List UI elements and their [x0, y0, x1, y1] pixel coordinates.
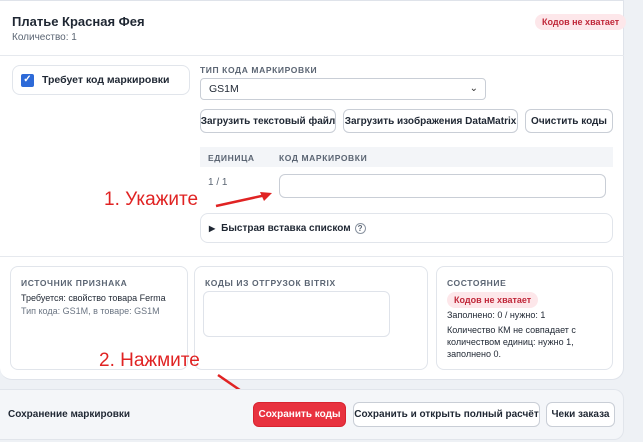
check-icon: ✓ — [23, 74, 32, 85]
source-code-type: Тип кода: GS1M, в товаре: GS1M — [21, 306, 160, 316]
codes-table-header: ЕДИНИЦА КОД МАРКИРОВКИ — [200, 147, 613, 167]
requires-marking-checkbox[interactable]: ✓ — [21, 73, 34, 87]
marking-code-input[interactable] — [279, 174, 606, 198]
state-panel: СОСТОЯНИЕ Кодов не хватает Заполнено: 0 … — [436, 266, 613, 370]
status-badge: Кодов не хватает — [535, 14, 627, 30]
divider — [0, 55, 624, 56]
product-title: Платье Красная Фея — [12, 14, 145, 29]
scrollbar[interactable] — [631, 0, 643, 442]
save-and-open-button[interactable]: Сохранить и открыть полный расчёт — [353, 402, 540, 427]
chevron-down-icon: ⌄ — [469, 83, 478, 94]
requires-marking-label: Требует код маркировки — [42, 74, 170, 86]
column-code: КОД МАРКИРОВКИ — [279, 153, 368, 163]
save-codes-button[interactable]: Сохранить коды — [253, 402, 346, 427]
divider — [0, 256, 624, 257]
source-panel-title: ИСТОЧНИК ПРИЗНАКА — [21, 278, 128, 288]
bitrix-codes-box[interactable] — [203, 291, 390, 337]
state-panel-title: СОСТОЯНИЕ — [447, 278, 507, 288]
code-type-value: GS1M — [209, 83, 239, 95]
bitrix-panel-title: КОДЫ ИЗ ОТГРУЗОК BITRIX — [205, 278, 336, 288]
requires-marking-toggle[interactable]: ✓ Требует код маркировки — [12, 65, 190, 95]
product-quantity: Количество: 1 — [12, 32, 77, 43]
clear-codes-button[interactable]: Очистить коды — [525, 109, 613, 133]
column-unit: ЕДИНИЦА — [208, 153, 255, 163]
save-marking-bar: Сохранение маркировки Сохранить коды Сох… — [0, 389, 624, 440]
code-type-select[interactable]: GS1M ⌄ — [200, 78, 486, 100]
bitrix-panel: КОДЫ ИЗ ОТГРУЗОК BITRIX — [194, 266, 428, 370]
state-badge: Кодов не хватает — [447, 292, 539, 308]
code-type-label: ТИП КОДА МАРКИРОВКИ — [200, 65, 318, 75]
help-icon[interactable]: ? — [354, 222, 366, 234]
triangle-right-icon: ▶ — [209, 223, 216, 233]
step1-annotation: 1. Укажите — [104, 189, 199, 210]
product-card: Платье Красная Фея Количество: 1 Кодов н… — [0, 0, 627, 380]
state-filled: Заполнено: 0 / нужно: 1 — [447, 310, 546, 320]
step2-annotation: 2. Нажмите — [99, 350, 200, 371]
arrow-right-icon — [215, 192, 272, 208]
state-message: Количество КМ не совпадает с количеством… — [447, 325, 576, 359]
save-marking-label: Сохранение маркировки — [8, 409, 131, 420]
quick-paste-toggle[interactable]: ▶ Быстрая вставка списком ? — [200, 213, 613, 243]
upload-text-file-button[interactable]: Загрузить текстовый файл — [200, 109, 336, 133]
upload-datamatrix-button[interactable]: Загрузить изображения DataMatrix — [343, 109, 518, 133]
quick-paste-label: Быстрая вставка списком — [221, 222, 351, 234]
order-receipts-button[interactable]: Чеки заказа — [546, 402, 615, 427]
source-required: Требуется: свойство товара Ferma — [21, 293, 166, 303]
table-row-unit: 1 / 1 — [208, 177, 228, 188]
